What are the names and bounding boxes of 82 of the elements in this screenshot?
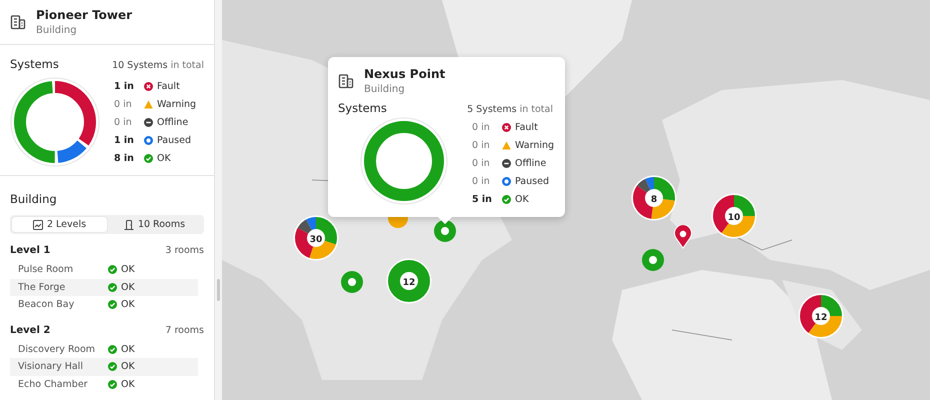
section-title: Systems [338, 101, 387, 115]
ok-icon [108, 362, 117, 372]
resize-handle[interactable] [217, 279, 220, 301]
level-name: Level 1 [10, 245, 50, 256]
ok-icon [108, 265, 117, 274]
ok-icon [108, 300, 117, 310]
cluster-marker[interactable] [711, 193, 757, 239]
building-icon [338, 73, 354, 89]
building-name: Nexus Point [364, 67, 446, 81]
status-label: OK [157, 152, 171, 164]
status-count: 5 in [472, 194, 493, 204]
room-status: OK [121, 282, 135, 293]
status-count: 0 in [114, 116, 133, 128]
view-tab[interactable]: 10 Rooms [107, 217, 202, 232]
status-count: 0 in [472, 140, 491, 150]
warning-icon [144, 100, 153, 108]
building-type: Building [364, 84, 406, 95]
ok-icon [108, 282, 117, 292]
levels-icon [32, 220, 43, 230]
status-label: Warning [157, 98, 196, 110]
building-type: Building [36, 25, 78, 36]
section-title: Building [10, 192, 57, 206]
paused-icon [502, 176, 511, 186]
status-label: Fault [157, 80, 180, 92]
cluster-marker[interactable] [386, 258, 432, 304]
status-label: Offline [157, 116, 188, 128]
map-pin-icon[interactable] [673, 225, 693, 249]
cluster-count: 8 [650, 195, 658, 205]
building-icon [10, 14, 26, 30]
status-label: Fault [515, 122, 538, 132]
location-marker[interactable] [641, 248, 665, 272]
cluster-marker[interactable] [631, 175, 677, 221]
level-name: Level 2 [10, 324, 50, 336]
cluster-count: 10 [728, 213, 740, 223]
status-count: 1 in [114, 80, 135, 92]
ok-icon [144, 154, 153, 162]
offline-icon [502, 158, 511, 168]
systems-total: 10 Systems in total [112, 60, 204, 71]
room-status: OK [121, 344, 135, 355]
door-icon [124, 220, 134, 230]
status-count: 0 in [472, 122, 491, 132]
location-marker[interactable] [340, 270, 364, 294]
room-name: Visionary Hall [18, 361, 84, 372]
fault-icon [502, 122, 511, 132]
cluster-count: 30 [310, 235, 322, 245]
building-name: Pioneer Tower [36, 8, 132, 22]
room-name: Pulse Room [18, 264, 74, 276]
room-count: 3 rooms [165, 245, 204, 256]
cluster-count: 12 [814, 313, 828, 323]
cluster-count: 12 [402, 278, 416, 288]
view-tab[interactable]: 2 Levels [12, 217, 107, 232]
cluster-marker[interactable] [293, 215, 339, 261]
ok-icon [108, 344, 117, 354]
room-status: OK [121, 378, 135, 390]
room-name: The Forge [18, 282, 66, 293]
status-count: 8 in [114, 152, 135, 164]
paused-icon [144, 136, 153, 144]
ok-icon [108, 380, 117, 389]
status-label: Offline [515, 158, 546, 168]
status-label: Paused [515, 176, 549, 186]
systems-total: 5 Systems in total [467, 104, 553, 115]
status-label: OK [515, 194, 529, 204]
room-status: OK [121, 264, 135, 276]
room-name: Echo Chamber [18, 378, 89, 390]
fault-icon [144, 82, 153, 90]
room-status: OK [121, 299, 135, 310]
status-count: 0 in [472, 176, 491, 186]
room-name: Beacon Bay [18, 299, 76, 310]
status-label: Paused [157, 134, 191, 146]
warning-icon [502, 140, 511, 150]
ok-icon [502, 194, 511, 204]
room-name: Discovery Room [18, 344, 96, 355]
status-count: 0 in [114, 98, 133, 110]
room-status: OK [121, 361, 135, 372]
room-count: 7 rooms [165, 324, 204, 336]
cluster-marker[interactable] [798, 293, 844, 339]
status-count: 0 in [472, 158, 491, 168]
offline-icon [144, 118, 153, 126]
location-marker[interactable] [433, 219, 457, 243]
status-label: Warning [515, 140, 554, 150]
section-title: Systems [10, 57, 59, 71]
status-count: 1 in [114, 134, 135, 146]
